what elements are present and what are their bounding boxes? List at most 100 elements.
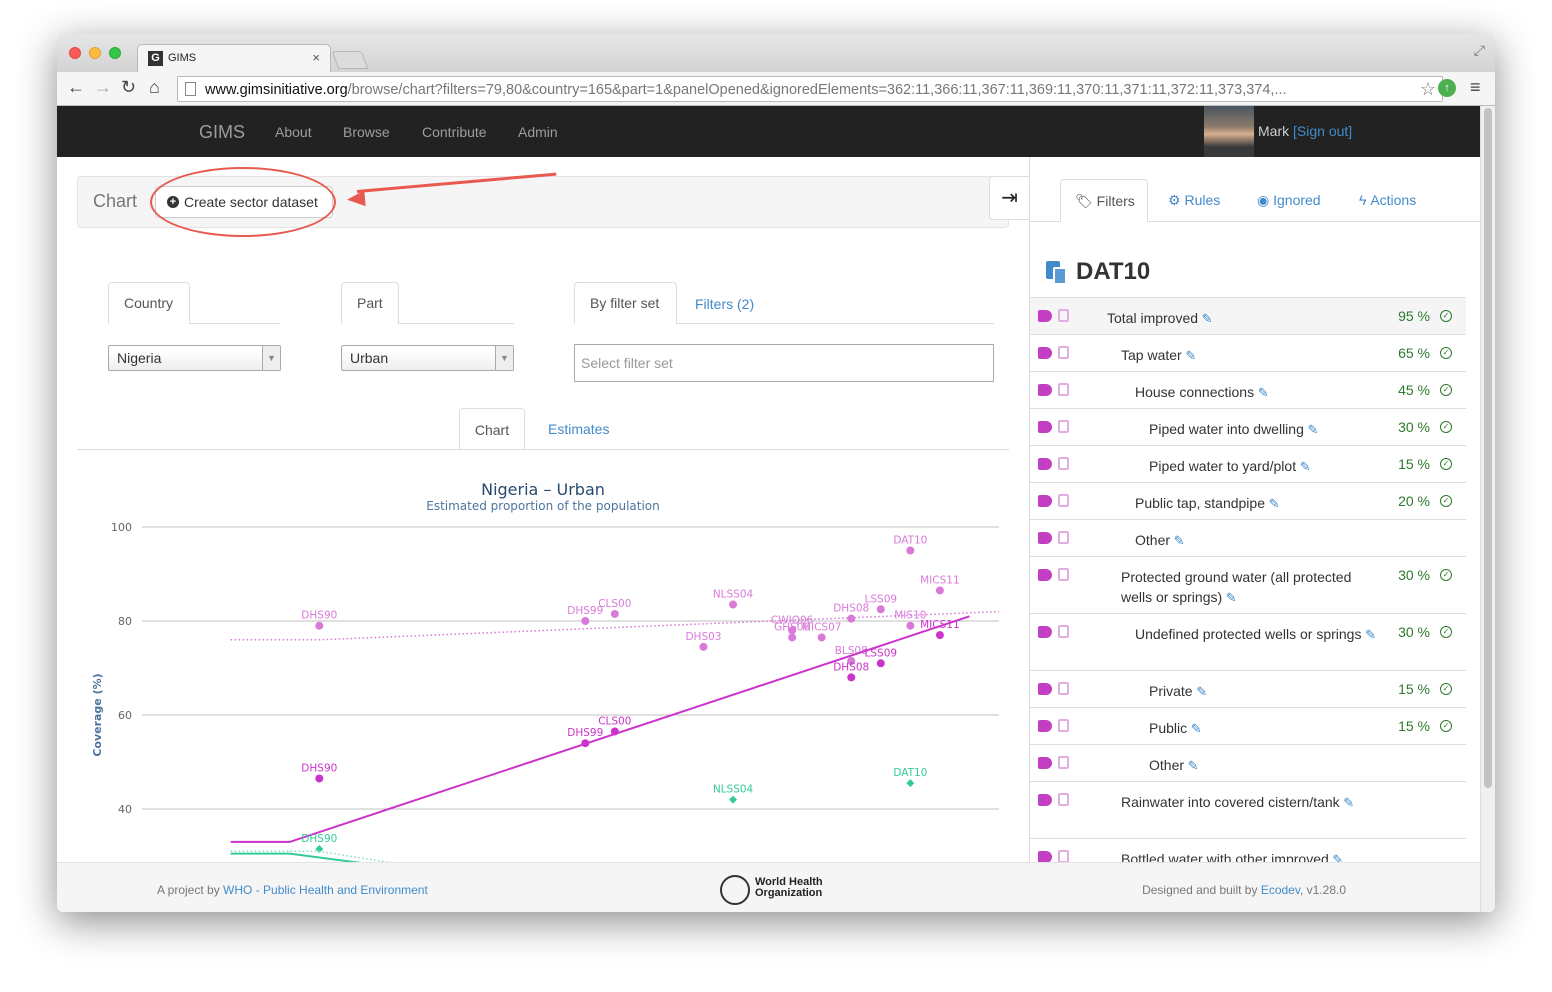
data-point[interactable] xyxy=(581,739,590,748)
data-point[interactable] xyxy=(729,600,738,609)
nav-admin[interactable]: Admin xyxy=(518,124,558,140)
tag-icon[interactable] xyxy=(1038,683,1052,695)
copy-icon[interactable] xyxy=(1058,457,1069,470)
data-point[interactable] xyxy=(610,727,619,736)
filter-set-tab[interactable]: By filter set xyxy=(574,282,677,324)
tag-icon[interactable] xyxy=(1038,458,1052,470)
filter-row[interactable]: Rainwater into covered cistern/tank ✎ xyxy=(1030,781,1466,838)
copy-icon[interactable] xyxy=(1058,346,1069,359)
tag-icon[interactable] xyxy=(1038,851,1052,862)
pencil-icon[interactable]: ✎ xyxy=(1304,422,1318,437)
pencil-icon[interactable]: ✎ xyxy=(1329,852,1343,862)
browser-tab[interactable]: G GIMS × xyxy=(137,44,331,72)
copy-icon[interactable] xyxy=(1058,420,1069,433)
tag-icon[interactable] xyxy=(1038,421,1052,433)
ecodev-link[interactable]: Ecodev xyxy=(1261,883,1300,897)
filter-row[interactable]: Other ✎ xyxy=(1030,519,1466,556)
extension-icon[interactable]: ↑ xyxy=(1438,79,1456,97)
copy-icon[interactable] xyxy=(1058,850,1069,862)
tab-filters[interactable]: 🏷 Filters xyxy=(1060,179,1148,222)
pencil-icon[interactable]: ✎ xyxy=(1193,684,1207,699)
tab-actions[interactable]: ϟ Actions xyxy=(1359,192,1416,208)
data-point[interactable] xyxy=(788,633,797,642)
tag-icon[interactable] xyxy=(1038,794,1052,806)
pencil-icon[interactable]: ✎ xyxy=(1340,795,1354,810)
tag-icon[interactable] xyxy=(1038,757,1052,769)
pencil-icon[interactable]: ✎ xyxy=(1222,590,1237,605)
tab-close-icon[interactable]: × xyxy=(312,50,320,65)
filter-row[interactable]: Total improved ✎ 95 % ✓ xyxy=(1030,297,1466,334)
tag-icon[interactable] xyxy=(1038,626,1052,638)
close-window-button[interactable] xyxy=(69,47,81,59)
pencil-icon[interactable]: ✎ xyxy=(1265,496,1280,511)
filter-row[interactable]: Bottled water with other improved ✎ xyxy=(1030,838,1466,862)
copy-icon[interactable] xyxy=(1058,756,1069,769)
data-point[interactable] xyxy=(581,617,590,625)
reload-icon[interactable]: ↻ xyxy=(121,77,136,98)
tab-ignored[interactable]: ◉ Ignored xyxy=(1257,192,1321,209)
copy-icon[interactable] xyxy=(1058,793,1069,806)
copy-icon[interactable] xyxy=(1058,383,1069,396)
filter-row[interactable]: Public ✎ 15 % ✓ xyxy=(1030,707,1466,744)
copy-icon[interactable] xyxy=(1058,568,1069,581)
tag-icon[interactable] xyxy=(1038,384,1052,396)
brand-link[interactable]: GIMS xyxy=(199,122,245,143)
page-scrollbar-thumb[interactable] xyxy=(1484,108,1492,788)
page-scrollbar[interactable] xyxy=(1480,106,1495,912)
data-point[interactable] xyxy=(906,546,915,555)
tab-chart[interactable]: Chart xyxy=(459,408,525,450)
data-point[interactable] xyxy=(817,633,826,642)
tag-icon[interactable] xyxy=(1038,569,1052,581)
zoom-window-button[interactable] xyxy=(109,47,121,59)
nav-about[interactable]: About xyxy=(275,124,312,140)
data-point[interactable] xyxy=(876,605,885,614)
address-bar[interactable]: www.gimsinitiative.org/browse/chart?filt… xyxy=(177,76,1443,102)
filter-row[interactable]: Private ✎ 15 % ✓ xyxy=(1030,670,1466,707)
data-point[interactable] xyxy=(935,586,944,595)
sign-out-link[interactable]: [Sign out] xyxy=(1293,123,1352,139)
part-select[interactable]: Urban ▼ xyxy=(341,345,514,371)
filter-set-input[interactable]: Select filter set xyxy=(574,344,994,382)
filter-row[interactable]: Undefined protected wells or springs ✎ 30… xyxy=(1030,613,1466,670)
forward-arrow-icon[interactable]: → xyxy=(94,77,112,98)
data-point[interactable] xyxy=(876,659,885,668)
browser-menu-icon[interactable]: ≡ xyxy=(1470,77,1481,98)
new-tab-button[interactable] xyxy=(331,51,369,69)
pencil-icon[interactable]: ✎ xyxy=(1170,533,1185,548)
nav-browse[interactable]: Browse xyxy=(343,124,390,140)
back-arrow-icon[interactable]: ← xyxy=(67,77,85,98)
pencil-icon[interactable]: ✎ xyxy=(1184,758,1199,773)
tag-icon[interactable] xyxy=(1038,720,1052,732)
filter-row[interactable]: Protected ground water (all protected we… xyxy=(1030,556,1466,613)
data-point[interactable] xyxy=(847,673,856,682)
data-point[interactable] xyxy=(906,779,915,788)
nav-contribute[interactable]: Contribute xyxy=(422,124,487,140)
pencil-icon[interactable]: ✎ xyxy=(1254,385,1269,400)
pencil-icon[interactable]: ✎ xyxy=(1198,311,1213,326)
tab-estimates[interactable]: Estimates xyxy=(548,421,609,437)
tag-icon[interactable] xyxy=(1038,532,1052,544)
data-point[interactable] xyxy=(315,774,324,783)
data-point[interactable] xyxy=(315,621,324,630)
copy-icon[interactable] xyxy=(1058,494,1069,507)
pencil-icon[interactable]: ✎ xyxy=(1361,627,1376,642)
country-select[interactable]: Nigeria ▼ xyxy=(108,345,281,371)
country-tab[interactable]: Country xyxy=(108,282,190,324)
filters-tab[interactable]: Filters (2) xyxy=(695,296,754,312)
filter-row[interactable]: Other ✎ xyxy=(1030,744,1466,781)
bookmark-star-icon[interactable]: ☆ xyxy=(1420,79,1436,100)
data-point[interactable] xyxy=(906,621,915,630)
filter-row[interactable]: Piped water to yard/plot ✎ 15 % ✓ xyxy=(1030,445,1466,482)
copy-icon[interactable] xyxy=(1058,625,1069,638)
data-point[interactable] xyxy=(847,614,856,623)
minimize-window-button[interactable] xyxy=(89,47,101,59)
data-point[interactable] xyxy=(935,631,944,640)
part-tab[interactable]: Part xyxy=(341,282,399,324)
copy-icon[interactable] xyxy=(1058,719,1069,732)
data-point[interactable] xyxy=(729,795,738,804)
copy-icon[interactable] xyxy=(1058,531,1069,544)
copy-icon[interactable] xyxy=(1058,309,1069,322)
data-point[interactable] xyxy=(699,642,708,651)
pencil-icon[interactable]: ✎ xyxy=(1182,348,1196,363)
data-point[interactable] xyxy=(610,609,619,618)
